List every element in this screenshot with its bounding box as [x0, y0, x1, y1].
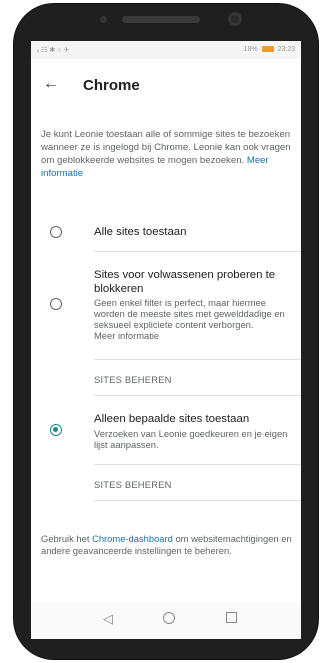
status-right: 18% 23:23 [244, 46, 295, 53]
nav-back-icon[interactable]: ◁ [103, 611, 113, 627]
footer-prefix: Gebruik het [41, 533, 93, 544]
option-label: Alleen bepaalde sites toestaan [94, 413, 250, 425]
divider [94, 251, 301, 252]
option-description: Geen enkel filter is perfect, maar hierm… [94, 297, 285, 330]
page-title: Chrome [83, 77, 140, 94]
proximity-sensor [100, 16, 107, 23]
arrow-left-icon[interactable]: ← [43, 75, 59, 93]
front-camera-icon [228, 12, 242, 26]
clock: 23:23 [277, 46, 295, 53]
option-description: Verzoeken van Leonie goedkeuren en je ei… [94, 428, 288, 450]
status-bar: ᵢᵢ ☷ ✱ ○ ✈ 18% 23:23 [31, 41, 301, 59]
radio-allow-specific[interactable] [50, 424, 62, 436]
divider [94, 500, 301, 501]
footer-text: Gebruik het Chrome-dashboard om websitem… [41, 533, 297, 557]
battery-icon [261, 46, 274, 53]
battery-percent: 18% [243, 46, 258, 53]
option-allow-specific[interactable]: Alleen bepaalde sites toestaan Verzoeken… [31, 408, 301, 458]
radio-block-adult[interactable] [50, 298, 62, 310]
description: Je kunt Leonie toestaan alle of sommige … [41, 128, 297, 180]
manage-sites-button[interactable]: SITES BEHEREN [94, 374, 172, 385]
status-icons: ᵢᵢ ☷ ✱ ○ ✈ [37, 47, 70, 54]
app-bar: ← Chrome [31, 71, 301, 101]
more-info-link[interactable]: Meer informatie [94, 330, 159, 341]
chrome-dashboard-link[interactable]: Chrome-dashboard [92, 533, 173, 544]
nav-recents-icon[interactable] [226, 612, 237, 623]
phone-frame: ᵢᵢ ☷ ✱ ○ ✈ 18% 23:23 ← Chrome Je kunt Le… [14, 4, 318, 659]
divider [94, 395, 301, 396]
divider [94, 359, 301, 360]
option-block-adult[interactable]: Sites voor volwassenen proberen te blokk… [31, 264, 301, 374]
screen: ᵢᵢ ☷ ✱ ○ ✈ 18% 23:23 ← Chrome Je kunt Le… [31, 41, 301, 639]
option-label: Sites voor volwassenen proberen te blokk… [94, 269, 276, 295]
divider [94, 464, 301, 465]
radio-allow-all[interactable] [50, 226, 62, 238]
earpiece-speaker [122, 16, 200, 23]
phone-top-bezel [14, 4, 318, 40]
system-nav-bar: ◁ [31, 603, 301, 639]
manage-sites-button[interactable]: SITES BEHEREN [94, 479, 172, 490]
option-label: Alle sites toestaan [94, 226, 187, 238]
nav-home-icon[interactable] [163, 612, 175, 624]
